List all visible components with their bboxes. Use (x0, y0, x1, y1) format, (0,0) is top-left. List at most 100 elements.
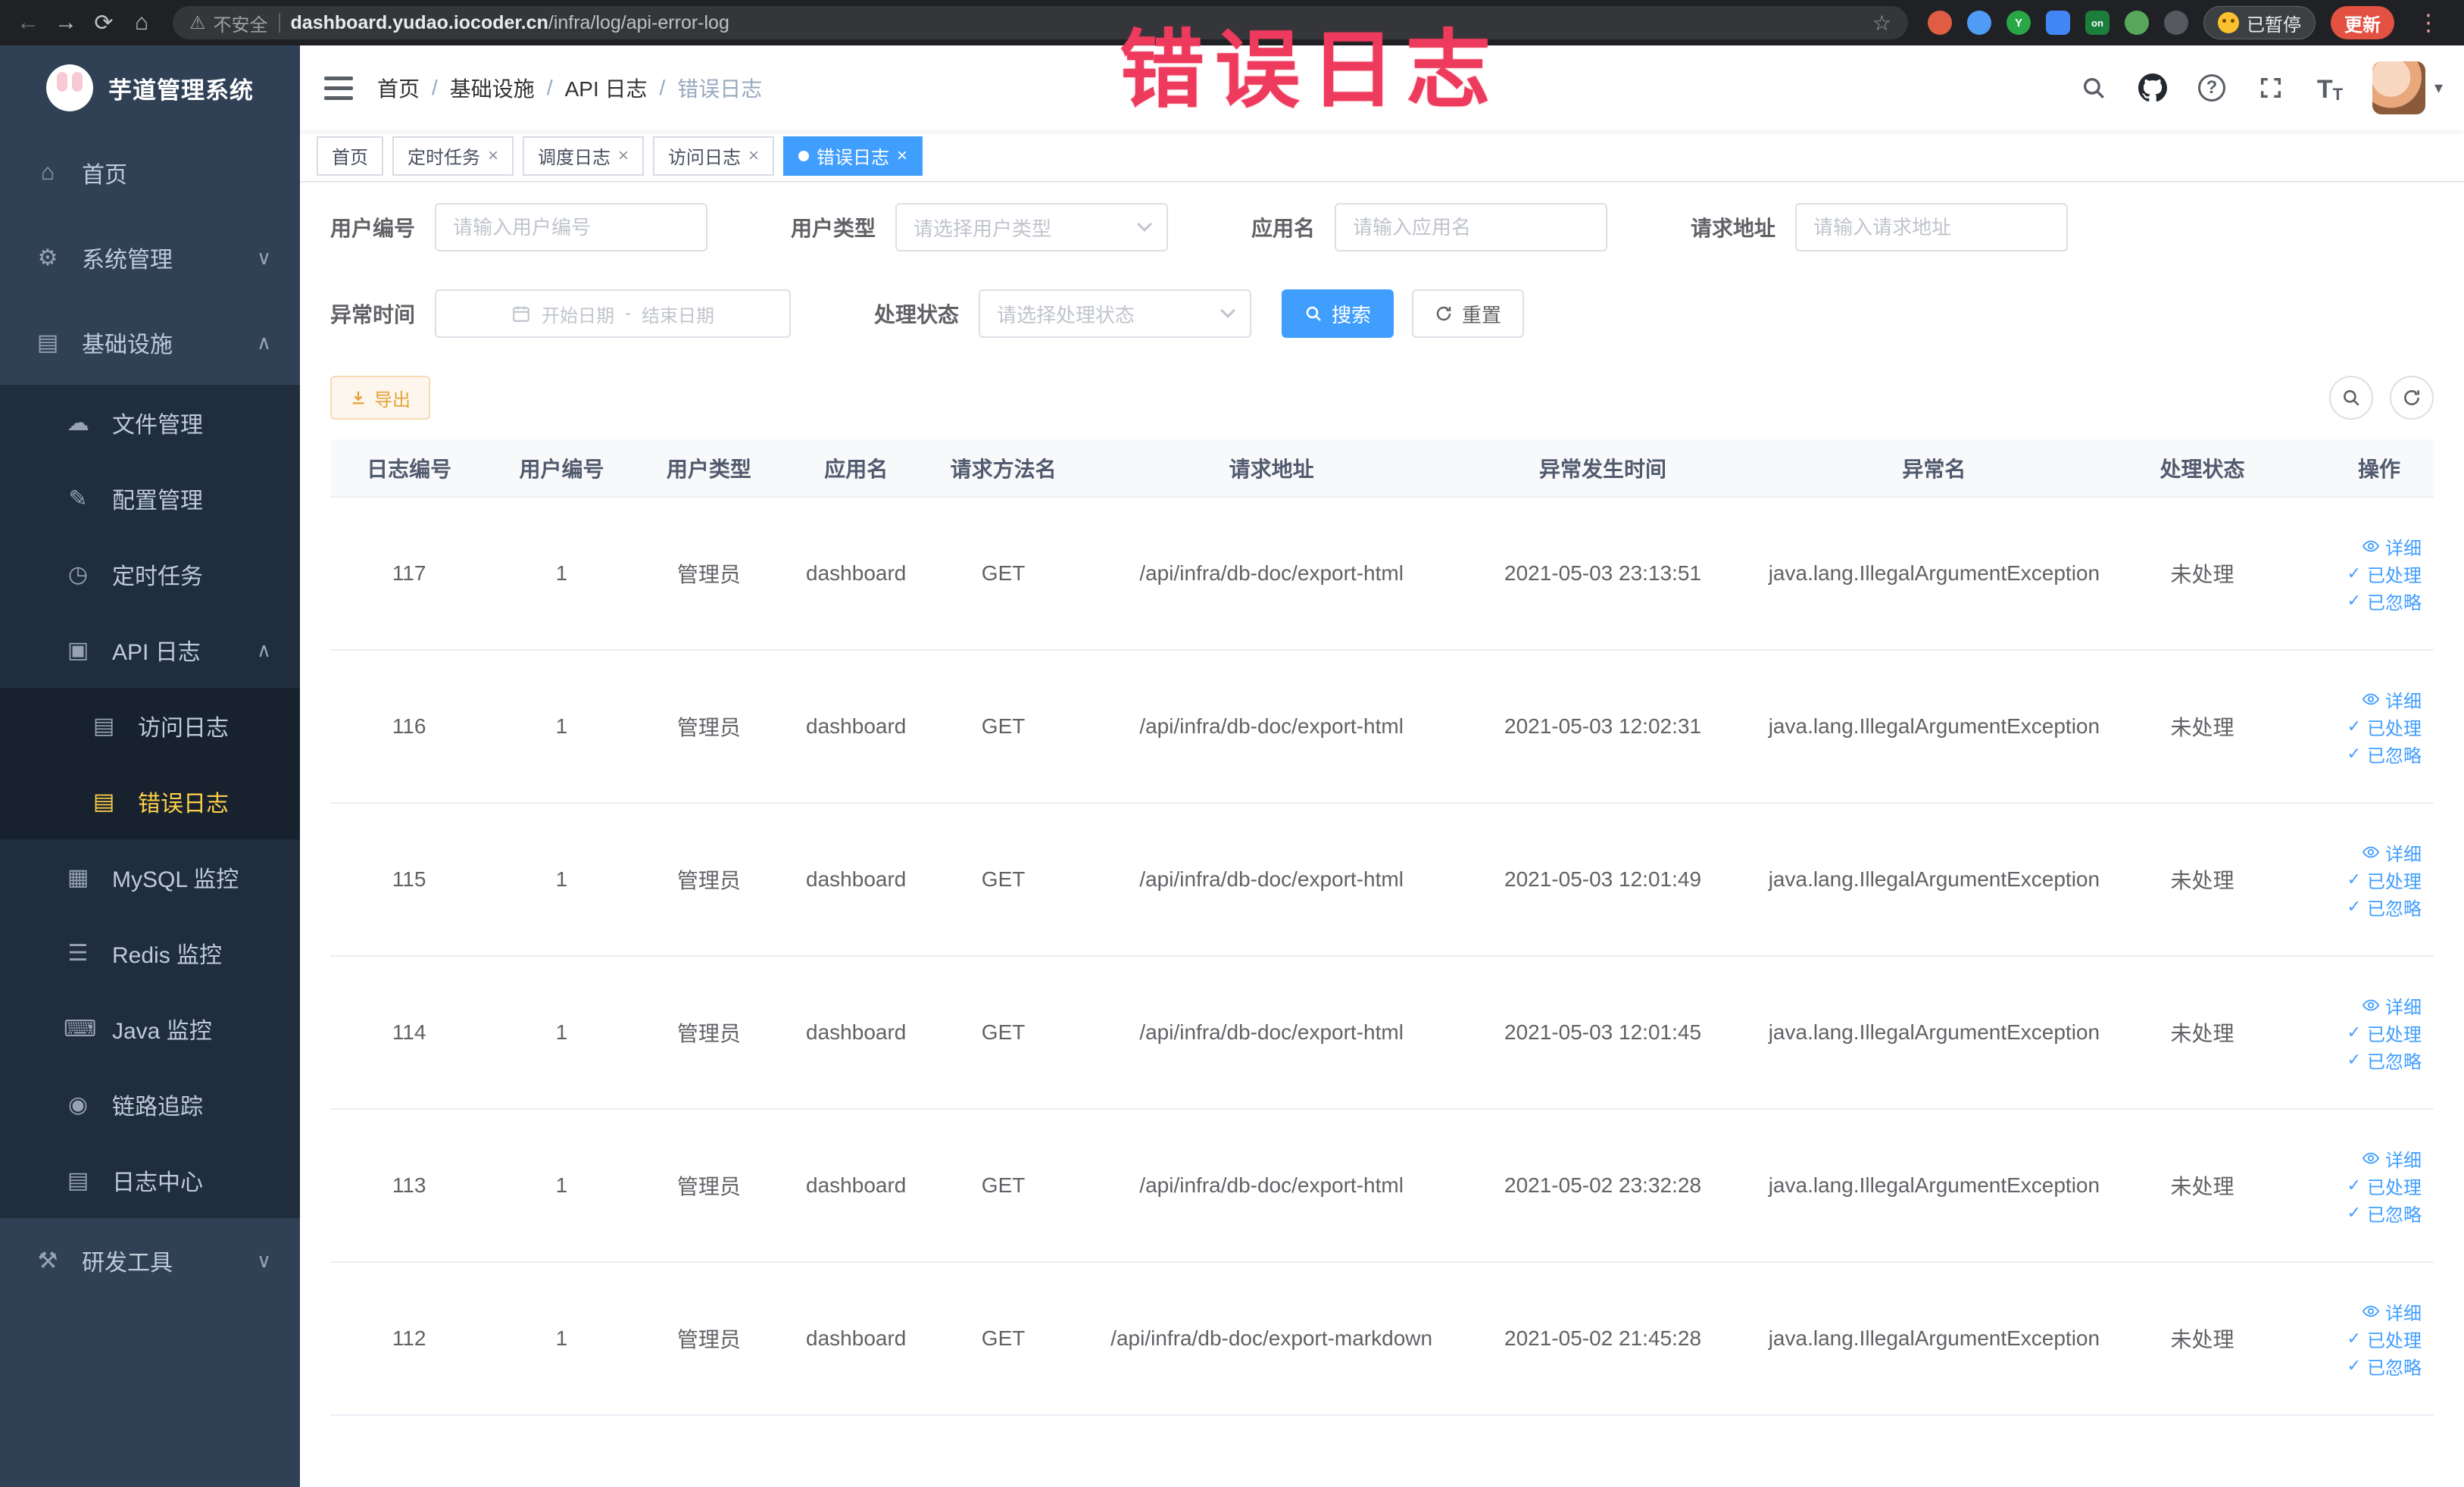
sidebar-item-home[interactable]: ⌂ 首页 (0, 130, 300, 215)
sidebar-item-label: Redis 监控 (112, 943, 223, 968)
sidebar-item-access-log[interactable]: ▤ 访问日志 (0, 688, 300, 764)
sidebar-item-api-logs[interactable]: ▣ API 日志 ∧ (0, 612, 300, 688)
sidebar-item-config-mgmt[interactable]: ✎ 配置管理 (0, 461, 300, 536)
breadcrumb-item[interactable]: API 日志 (565, 73, 648, 103)
request-url-input[interactable] (1813, 215, 2050, 239)
filter-exception-time: 异常时间 开始日期 - 结束日期 (330, 289, 792, 338)
cell-user-type: 管理员 (635, 956, 783, 1110)
cell-actions: 详细 ✓ 已处理 ✓ 已忽略 (2275, 956, 2434, 1110)
sidebar-item-infrastructure[interactable]: ▤ 基础设施 ∧ (0, 300, 300, 385)
sidebar-item-label: MySQL 监控 (112, 867, 239, 892)
cell-exception: java.lang.IllegalArgumentException (1739, 650, 2129, 804)
font-size-icon[interactable]: TT (2313, 71, 2347, 105)
mark-processed-link[interactable]: ✓ 已处理 (2276, 866, 2422, 893)
mark-processed-link[interactable]: ✓ 已处理 (2276, 1172, 2422, 1199)
mark-ignored-link[interactable]: ✓ 已忽略 (2276, 1352, 2422, 1379)
browser-menu-icon[interactable]: ⋮ (2409, 10, 2447, 36)
sidebar-item-file-mgmt[interactable]: ☁ 文件管理 (0, 385, 300, 461)
detail-link[interactable]: 详细 (2276, 533, 2422, 560)
search-button[interactable]: 搜索 (1282, 289, 1394, 338)
refresh-table-button[interactable] (2390, 376, 2434, 420)
mark-ignored-link[interactable]: ✓ 已忽略 (2276, 1046, 2422, 1073)
toggle-search-button[interactable] (2329, 376, 2373, 420)
breadcrumb-item[interactable]: 基础设施 (450, 73, 535, 103)
browser-forward-button[interactable]: → (48, 5, 83, 40)
sidebar-item-log-center[interactable]: ▤ 日志中心 (0, 1142, 300, 1218)
sidebar-item-mysql-monitor[interactable]: ▦ MySQL 监控 (0, 839, 300, 915)
recording-paused-badge[interactable]: 已暂停 (2203, 6, 2316, 39)
mark-ignored-link[interactable]: ✓ 已忽略 (2276, 1199, 2422, 1226)
cell-time: 2021-05-03 12:01:49 (1466, 803, 1740, 957)
extension-icon[interactable]: Y (2006, 11, 2031, 35)
process-status-select[interactable]: 请选择处理状态 (979, 289, 1252, 338)
detail-link[interactable]: 详细 (2276, 992, 2422, 1019)
close-icon[interactable]: × (897, 145, 907, 167)
mark-processed-link[interactable]: ✓ 已处理 (2276, 713, 2422, 740)
user-id-input[interactable] (453, 215, 690, 239)
user-type-select[interactable]: 请选择用户类型 (895, 203, 1169, 251)
mark-ignored-link[interactable]: ✓ 已忽略 (2276, 740, 2422, 767)
fullscreen-icon[interactable] (2254, 71, 2288, 105)
detail-link[interactable]: 详细 (2276, 1145, 2422, 1172)
detail-link[interactable]: 详细 (2276, 839, 2422, 866)
date-range-picker[interactable]: 开始日期 - 结束日期 (435, 289, 792, 338)
filter-user-id: 用户编号 (330, 203, 708, 251)
app-logo[interactable]: 芋道管理系统 (0, 45, 300, 130)
export-button[interactable]: 导出 (330, 376, 430, 420)
detail-link[interactable]: 详细 (2276, 686, 2422, 713)
extension-icon[interactable] (1928, 11, 1952, 35)
mark-processed-link[interactable]: ✓ 已处理 (2276, 560, 2422, 587)
refresh-icon (1436, 306, 1451, 321)
cell-actions: 详细 ✓ 已处理 ✓ 已忽略 (2275, 497, 2434, 651)
mark-processed-link[interactable]: ✓ 已处理 (2276, 1325, 2422, 1352)
user-id-input-wrap (435, 203, 708, 251)
address-bar[interactable]: ⚠ 不安全 dashboard.yudao.iocoder.cn/infra/l… (173, 6, 1908, 39)
help-icon[interactable]: ? (2195, 71, 2228, 105)
cell-actions: 详细 ✓ 已处理 ✓ 已忽略 (2275, 803, 2434, 957)
tab-schedule-log[interactable]: 调度日志 × (523, 136, 645, 176)
user-avatar-menu[interactable]: ▾ (2372, 61, 2443, 114)
sidebar-item-scheduled-jobs[interactable]: ◷ 定时任务 (0, 536, 300, 612)
sidebar-item-label: 定时任务 (112, 564, 203, 589)
close-icon[interactable]: × (748, 145, 759, 167)
extension-icon[interactable]: on (2085, 11, 2110, 35)
extension-icon[interactable] (2046, 11, 2070, 35)
bookmark-star-icon[interactable]: ☆ (1872, 11, 1891, 36)
extension-icon[interactable] (1967, 11, 1991, 35)
tab-home[interactable]: 首页 (317, 136, 383, 176)
sidebar-item-dev-tools[interactable]: ⚒ 研发工具 ∨ (0, 1218, 300, 1303)
sidebar-item-java-monitor[interactable]: ⌨ Java 监控 (0, 991, 300, 1067)
table-row: 117 1 管理员 dashboard GET /api/infra/db-do… (330, 497, 2434, 651)
sidebar-item-tracing[interactable]: ◉ 链路追踪 (0, 1067, 300, 1142)
close-icon[interactable]: × (618, 145, 629, 167)
reset-button[interactable]: 重置 (1412, 289, 1525, 338)
sidebar-item-redis-monitor[interactable]: ☰ Redis 监控 (0, 915, 300, 991)
mark-ignored-link[interactable]: ✓ 已忽略 (2276, 587, 2422, 614)
breadcrumb-item[interactable]: 首页 (377, 73, 420, 103)
browser-update-button[interactable]: 更新 (2331, 6, 2394, 39)
processed-label: 已处理 (2367, 1177, 2422, 1198)
app-name-input[interactable] (1353, 215, 1590, 239)
tab-error-log[interactable]: 错误日志 × (783, 136, 923, 176)
security-chip[interactable]: ⚠ 不安全 (189, 10, 268, 36)
mark-processed-link[interactable]: ✓ 已处理 (2276, 1019, 2422, 1046)
github-icon[interactable] (2136, 71, 2169, 105)
tab-label: 调度日志 (538, 148, 611, 168)
sidebar-item-system-mgmt[interactable]: ⚙ 系统管理 ∨ (0, 215, 300, 300)
extensions-puzzle-icon[interactable] (2164, 11, 2188, 35)
detail-link[interactable]: 详细 (2276, 1298, 2422, 1325)
close-icon[interactable]: × (488, 145, 498, 167)
mark-ignored-link[interactable]: ✓ 已忽略 (2276, 893, 2422, 920)
cell-status: 未处理 (2128, 650, 2276, 804)
col-exception: 异常名 (1739, 439, 2129, 498)
search-icon[interactable] (2077, 71, 2110, 105)
browser-reload-button[interactable]: ⟳ (86, 5, 121, 40)
extension-icon[interactable] (2125, 11, 2149, 35)
sidebar-item-error-log[interactable]: ▤ 错误日志 (0, 764, 300, 839)
hamburger-menu-icon[interactable] (300, 76, 377, 100)
tab-access-log[interactable]: 访问日志 × (653, 136, 775, 176)
cell-actions: 详细 ✓ 已处理 ✓ 已忽略 (2275, 650, 2434, 804)
browser-back-button[interactable]: ← (11, 5, 45, 40)
tab-scheduled-jobs[interactable]: 定时任务 × (392, 136, 514, 176)
browser-home-button[interactable]: ⌂ (124, 5, 159, 40)
